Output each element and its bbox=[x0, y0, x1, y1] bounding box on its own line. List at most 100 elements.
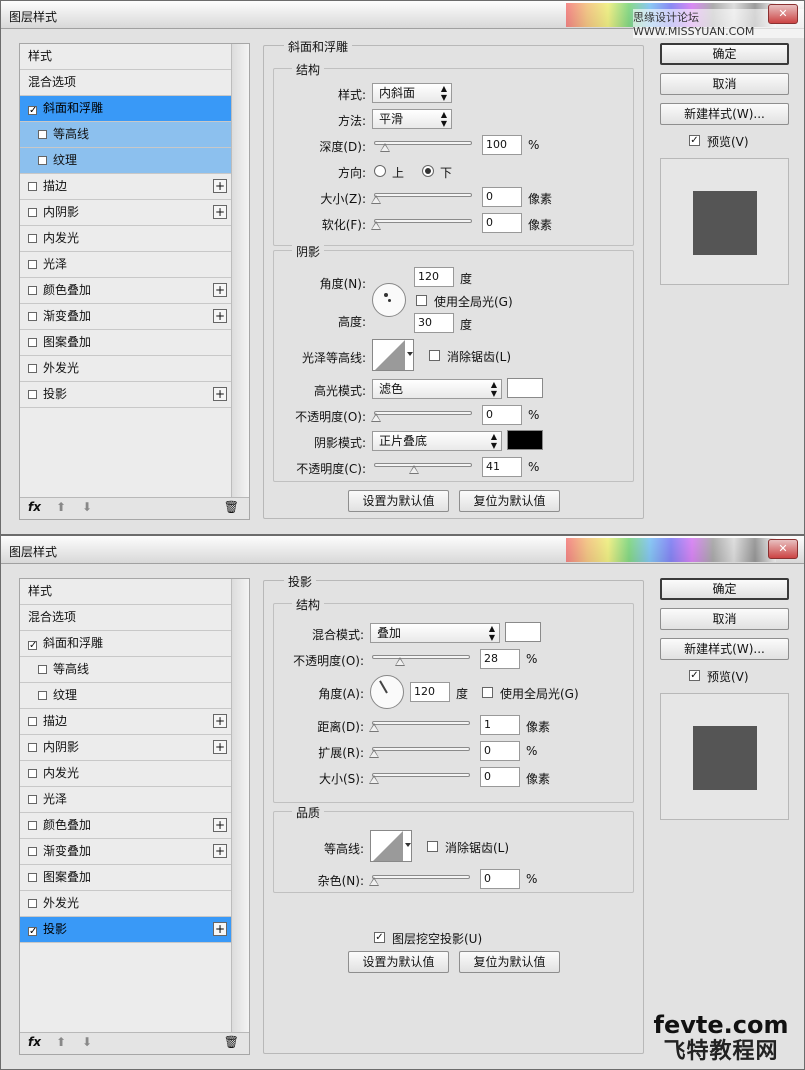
slider-thumb[interactable] bbox=[379, 143, 390, 152]
style-checkbox[interactable] bbox=[28, 390, 37, 399]
reset-default-button[interactable]: 复位为默认值 bbox=[459, 951, 560, 973]
cancel-button[interactable]: 取消 bbox=[660, 73, 789, 95]
style-checkbox[interactable] bbox=[28, 821, 37, 830]
make-default-button[interactable]: 设置为默认值 bbox=[348, 490, 449, 512]
method-select[interactable]: 平滑 ▲ ▼ bbox=[372, 109, 452, 129]
style-checkbox[interactable]: ✓ bbox=[28, 106, 37, 116]
style-list-item[interactable]: 图案叠加 bbox=[20, 330, 231, 356]
depth-slider[interactable] bbox=[374, 141, 472, 152]
distance-input[interactable]: 1 bbox=[480, 715, 520, 735]
global-light-checkbox[interactable] bbox=[482, 687, 493, 698]
highlight-opacity-slider[interactable] bbox=[371, 411, 472, 422]
size-input[interactable]: 0 bbox=[482, 187, 522, 207]
slider-thumb[interactable] bbox=[394, 657, 405, 666]
contour-picker[interactable] bbox=[370, 830, 412, 862]
new-style-button[interactable]: 新建样式(W)... bbox=[660, 103, 789, 125]
distance-slider[interactable] bbox=[369, 721, 470, 732]
style-list-item[interactable]: 描边 + bbox=[20, 174, 231, 200]
highlight-mode-select[interactable]: 滤色 ▲ ▼ bbox=[372, 379, 502, 399]
style-list-item[interactable]: 纹理 bbox=[20, 683, 231, 709]
add-plus-icon[interactable]: + bbox=[213, 179, 227, 193]
style-checkbox[interactable] bbox=[28, 182, 37, 191]
spread-slider[interactable] bbox=[369, 747, 470, 758]
soften-slider[interactable] bbox=[371, 219, 472, 230]
move-up-icon[interactable]: ⬆ bbox=[56, 1035, 66, 1049]
trash-icon[interactable]: 🗑 bbox=[224, 500, 239, 514]
style-checkbox[interactable] bbox=[28, 208, 37, 217]
style-list-item[interactable]: 外发光 bbox=[20, 356, 231, 382]
add-plus-icon[interactable]: + bbox=[213, 309, 227, 323]
style-list-item[interactable]: 光泽 bbox=[20, 787, 231, 813]
opacity-slider[interactable] bbox=[372, 655, 470, 666]
style-list-item[interactable]: 纹理 bbox=[20, 148, 231, 174]
style-checkbox[interactable] bbox=[28, 847, 37, 856]
depth-input[interactable]: 100 bbox=[482, 135, 522, 155]
noise-input[interactable]: 0 bbox=[480, 869, 520, 889]
style-list-item[interactable]: 颜色叠加 + bbox=[20, 813, 231, 839]
direction-up-radio[interactable] bbox=[374, 165, 386, 177]
gloss-contour-picker[interactable] bbox=[372, 339, 414, 371]
style-checkbox[interactable] bbox=[38, 665, 47, 674]
move-down-icon[interactable]: ⬇ bbox=[82, 1035, 92, 1049]
style-list-item[interactable]: 颜色叠加 + bbox=[20, 278, 231, 304]
trash-icon[interactable]: 🗑 bbox=[224, 1035, 239, 1049]
highlight-opacity-input[interactable]: 0 bbox=[482, 405, 522, 425]
style-checkbox[interactable] bbox=[38, 691, 47, 700]
style-list-item[interactable]: 渐变叠加 + bbox=[20, 304, 231, 330]
style-list-item[interactable]: 样式 bbox=[20, 579, 231, 605]
noise-slider[interactable] bbox=[369, 875, 470, 886]
close-button[interactable]: ✕ bbox=[768, 539, 798, 559]
knockout-checkbox[interactable]: ✓ bbox=[374, 932, 385, 943]
style-checkbox[interactable] bbox=[28, 234, 37, 243]
spread-input[interactable]: 0 bbox=[480, 741, 520, 761]
direction-down-radio[interactable] bbox=[422, 165, 434, 177]
slider-thumb[interactable] bbox=[369, 749, 379, 758]
style-list-item[interactable]: 等高线 bbox=[20, 657, 231, 683]
shadow-mode-select[interactable]: 正片叠底 ▲ ▼ bbox=[372, 431, 502, 451]
fx-icon[interactable]: fx bbox=[28, 500, 41, 514]
style-list-item[interactable]: 图案叠加 bbox=[20, 865, 231, 891]
soften-input[interactable]: 0 bbox=[482, 213, 522, 233]
add-plus-icon[interactable]: + bbox=[213, 283, 227, 297]
title-bar[interactable]: 图层样式 思缘设计论坛 WWW.MISSYUAN.COM ✕ bbox=[1, 1, 804, 38]
shadow-color-swatch[interactable] bbox=[505, 622, 541, 642]
add-plus-icon[interactable]: + bbox=[213, 387, 227, 401]
style-list-item[interactable]: 内阴影 + bbox=[20, 200, 231, 226]
style-list-item[interactable]: ✓ 斜面和浮雕 bbox=[20, 96, 231, 122]
gloss-antialias-checkbox[interactable] bbox=[429, 350, 440, 361]
angle-dial[interactable] bbox=[370, 675, 404, 709]
style-checkbox[interactable] bbox=[38, 130, 47, 139]
reset-default-button[interactable]: 复位为默认值 bbox=[459, 490, 560, 512]
slider-thumb[interactable] bbox=[409, 465, 420, 474]
fx-icon[interactable]: fx bbox=[28, 1035, 41, 1049]
style-checkbox[interactable]: ✓ bbox=[28, 927, 37, 937]
angle-dial[interactable] bbox=[372, 283, 406, 317]
style-list-item[interactable]: 样式 bbox=[20, 44, 231, 70]
add-plus-icon[interactable]: + bbox=[213, 205, 227, 219]
slider-thumb[interactable] bbox=[371, 413, 381, 422]
add-plus-icon[interactable]: + bbox=[213, 714, 227, 728]
style-checkbox[interactable] bbox=[28, 769, 37, 778]
style-checkbox[interactable] bbox=[28, 873, 37, 882]
make-default-button[interactable]: 设置为默认值 bbox=[348, 951, 449, 973]
style-list-item[interactable]: 渐变叠加 + bbox=[20, 839, 231, 865]
style-list-item[interactable]: 内发光 bbox=[20, 226, 231, 252]
ok-button[interactable]: 确定 bbox=[660, 578, 789, 600]
slider-thumb[interactable] bbox=[371, 221, 381, 230]
add-plus-icon[interactable]: + bbox=[213, 844, 227, 858]
new-style-button[interactable]: 新建样式(W)... bbox=[660, 638, 789, 660]
style-list-item[interactable]: 混合选项 bbox=[20, 70, 231, 96]
style-checkbox[interactable]: ✓ bbox=[28, 641, 37, 651]
style-list-item[interactable]: 内阴影 + bbox=[20, 735, 231, 761]
highlight-color-swatch[interactable] bbox=[507, 378, 543, 398]
altitude-input[interactable]: 30 bbox=[414, 313, 454, 333]
style-list-item[interactable]: 光泽 bbox=[20, 252, 231, 278]
shadow-opacity-input[interactable]: 41 bbox=[482, 457, 522, 477]
style-checkbox[interactable] bbox=[28, 286, 37, 295]
ok-button[interactable]: 确定 bbox=[660, 43, 789, 65]
scrollbar[interactable] bbox=[231, 579, 249, 1034]
style-checkbox[interactable] bbox=[28, 312, 37, 321]
slider-thumb[interactable] bbox=[371, 195, 381, 204]
style-checkbox[interactable] bbox=[28, 795, 37, 804]
angle-input[interactable]: 120 bbox=[410, 682, 450, 702]
